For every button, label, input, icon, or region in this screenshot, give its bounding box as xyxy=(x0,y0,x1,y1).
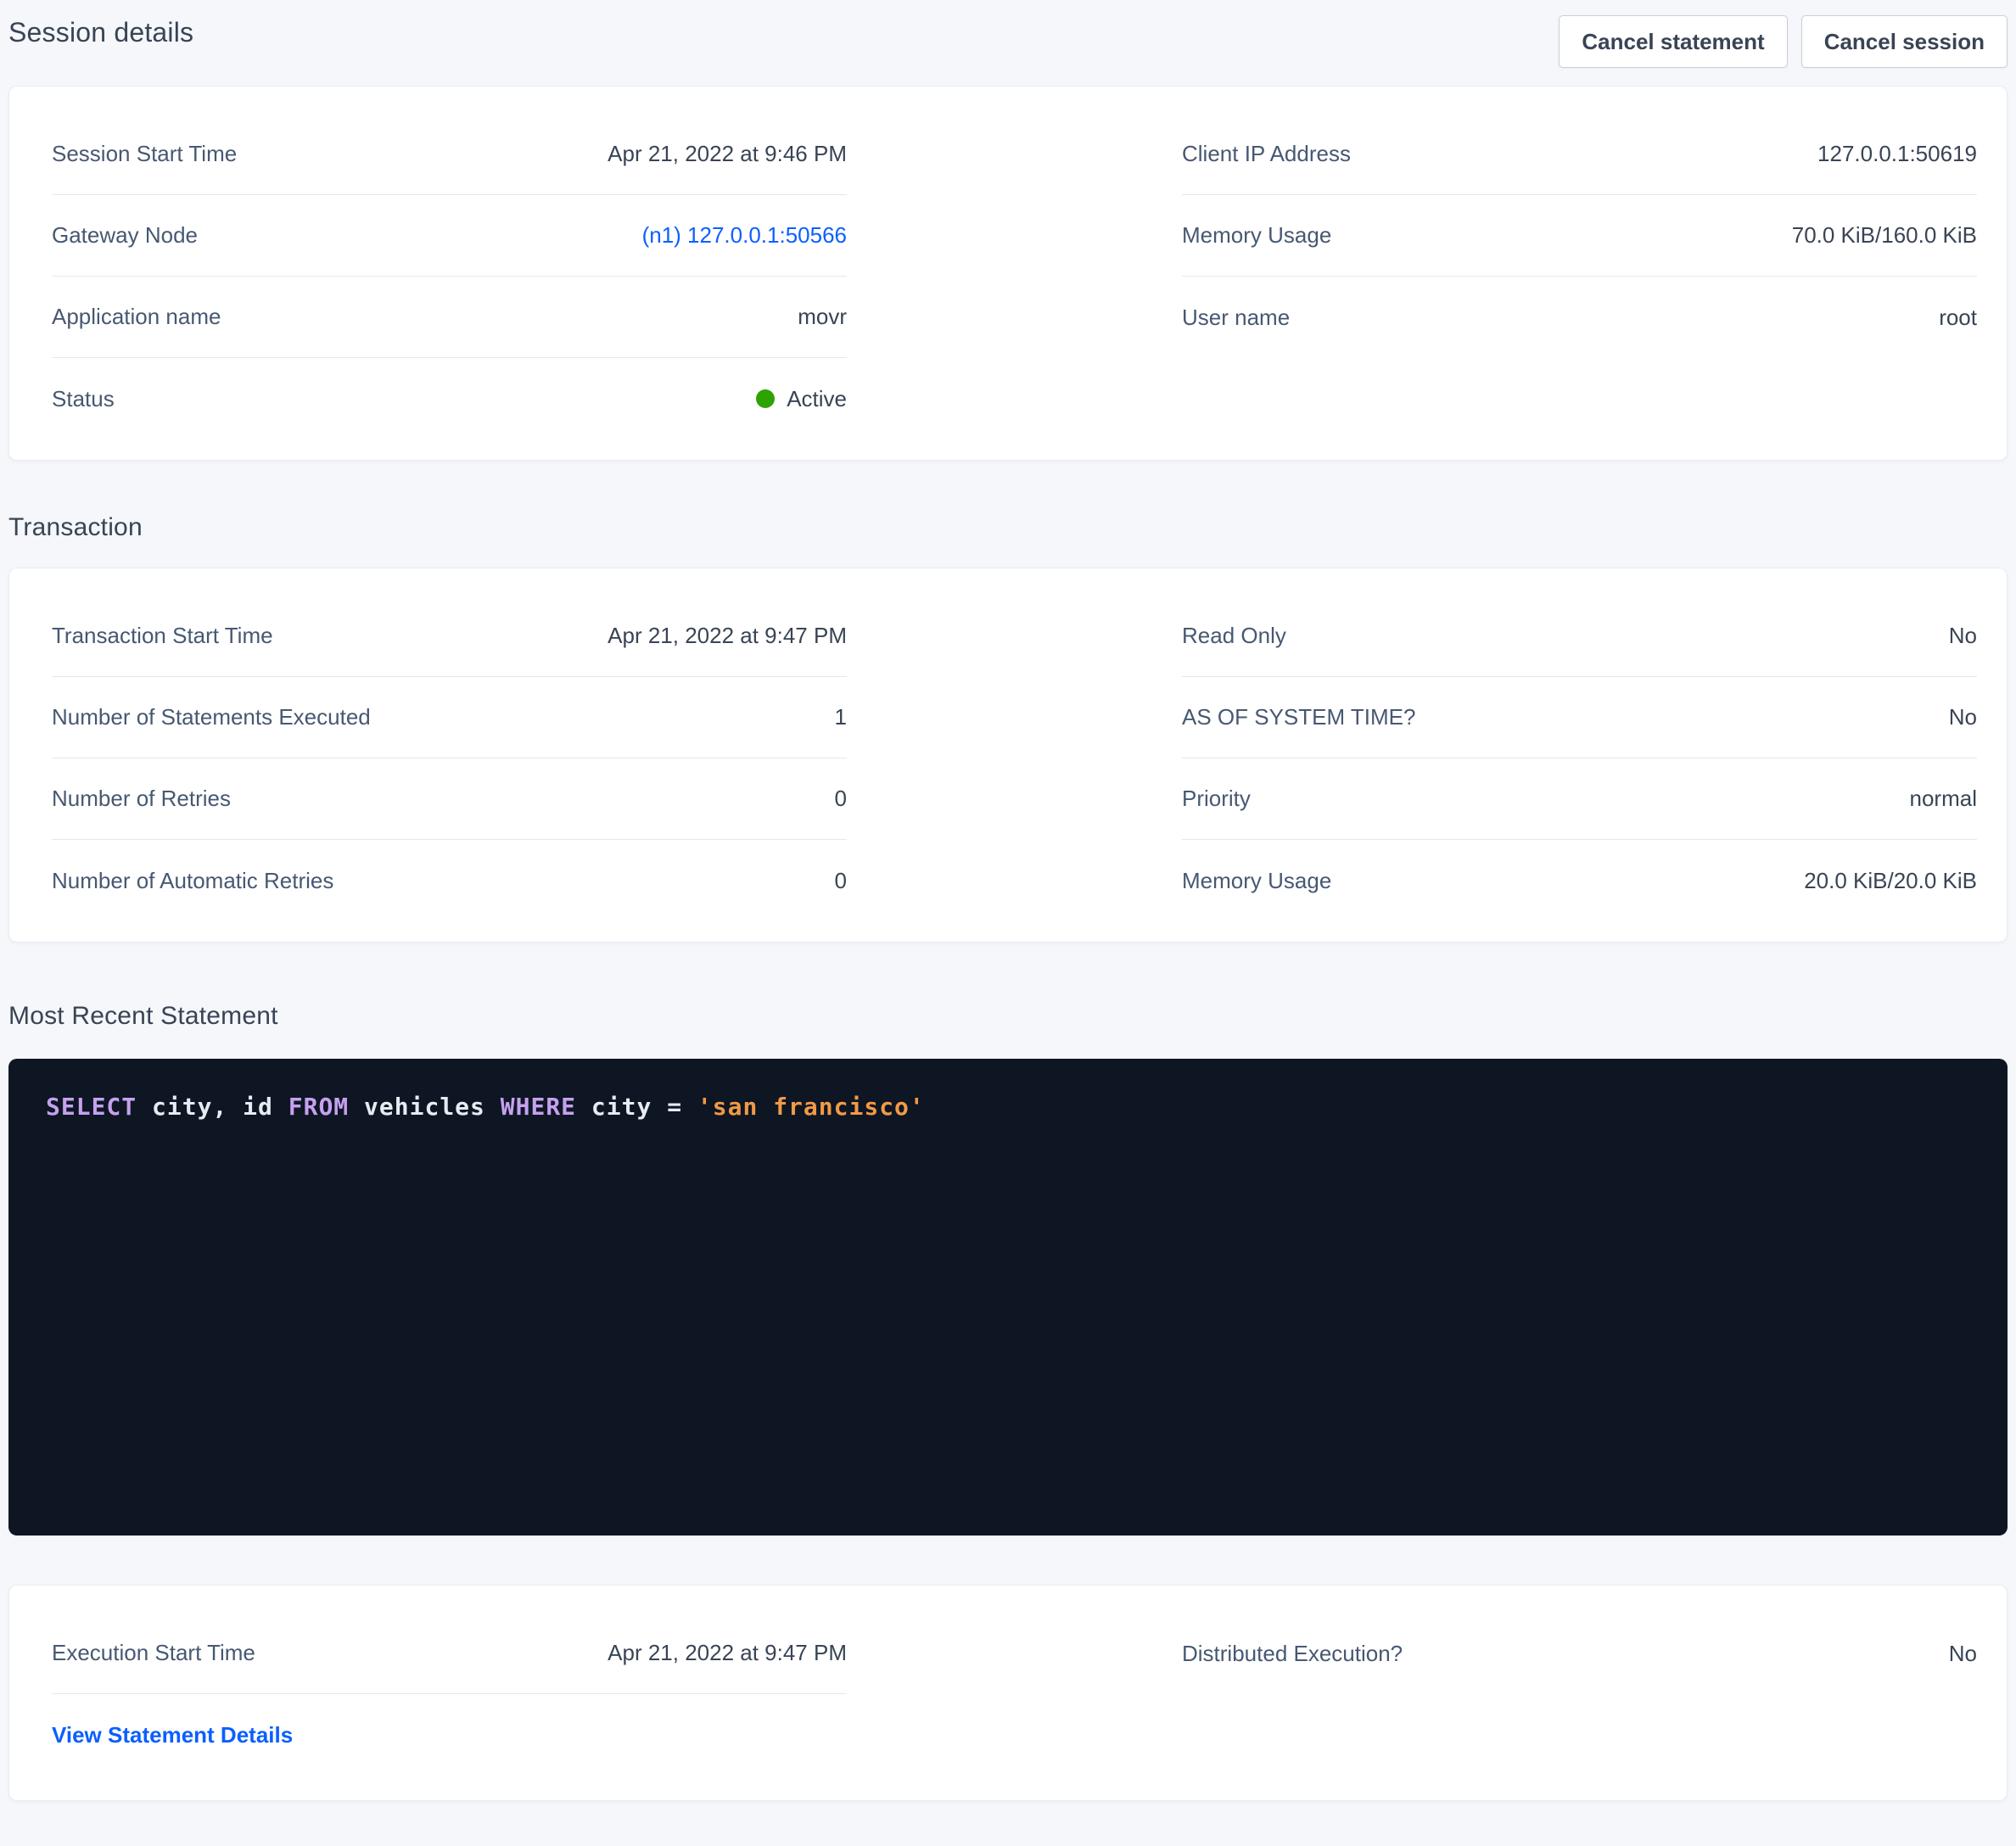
session-memory-usage-row: Memory Usage 70.0 KiB/160.0 KiB xyxy=(1182,195,1977,277)
sql-keyword: WHERE xyxy=(501,1093,576,1121)
info-label: Memory Usage xyxy=(1182,868,1331,894)
priority-row: Priority normal xyxy=(1182,758,1977,840)
sql-text: city = xyxy=(576,1093,697,1121)
statements-executed-row: Number of Statements Executed 1 xyxy=(52,677,847,758)
read-only-row: Read Only No xyxy=(1182,596,1977,677)
info-value: Apr 21, 2022 at 9:46 PM xyxy=(608,141,847,167)
transaction-section-heading: Transaction xyxy=(8,513,2008,542)
distributed-execution-row: Distributed Execution? No xyxy=(1182,1613,1977,1694)
transaction-start-time-row: Transaction Start Time Apr 21, 2022 at 9… xyxy=(52,596,847,677)
status-active-dot-icon xyxy=(756,389,775,408)
automatic-retries-row: Number of Automatic Retries 0 xyxy=(52,840,847,921)
sql-string-literal: 'san francisco' xyxy=(697,1093,925,1121)
info-label: Read Only xyxy=(1182,623,1286,649)
info-value: 70.0 KiB/160.0 KiB xyxy=(1792,222,1977,249)
number-of-retries-row: Number of Retries 0 xyxy=(52,758,847,840)
info-label: Number of Statements Executed xyxy=(52,704,371,730)
view-statement-details-row: View Statement Details xyxy=(52,1694,847,1776)
info-label: Gateway Node xyxy=(52,222,198,249)
info-value: root xyxy=(1939,305,1977,331)
info-label: Status xyxy=(52,386,115,412)
sql-statement-box: SELECT city, id FROM vehicles WHERE city… xyxy=(8,1059,2008,1536)
execution-left-column: Execution Start Time Apr 21, 2022 at 9:4… xyxy=(52,1613,847,1776)
application-name-row: Application name movr xyxy=(52,277,847,358)
info-value: normal xyxy=(1910,786,1977,812)
info-value: No xyxy=(1949,1641,1977,1667)
info-label: AS OF SYSTEM TIME? xyxy=(1182,704,1415,730)
page-header: Session details Cancel statement Cancel … xyxy=(8,0,2008,86)
info-value: Apr 21, 2022 at 9:47 PM xyxy=(608,1640,847,1666)
info-value: 1 xyxy=(835,704,847,730)
info-label: Execution Start Time xyxy=(52,1640,255,1666)
sql-statement-text: SELECT city, id FROM vehicles WHERE city… xyxy=(46,1093,1982,1121)
transaction-grid: Transaction Start Time Apr 21, 2022 at 9… xyxy=(9,568,2007,942)
info-label: User name xyxy=(1182,305,1290,331)
info-label: Transaction Start Time xyxy=(52,623,273,649)
info-value: 20.0 KiB/20.0 KiB xyxy=(1804,868,1977,894)
info-value: No xyxy=(1949,623,1977,649)
execution-card: Execution Start Time Apr 21, 2022 at 9:4… xyxy=(8,1585,2008,1801)
session-summary-right-column: Client IP Address 127.0.0.1:50619 Memory… xyxy=(1182,114,1977,439)
session-summary-grid: Session Start Time Apr 21, 2022 at 9:46 … xyxy=(9,87,2007,460)
sql-text: vehicles xyxy=(349,1093,501,1121)
transaction-left-column: Transaction Start Time Apr 21, 2022 at 9… xyxy=(52,596,847,921)
execution-right-column: Distributed Execution? No xyxy=(1182,1613,1977,1776)
page-title: Session details xyxy=(8,10,193,48)
cancel-session-button[interactable]: Cancel session xyxy=(1801,15,2008,68)
status-text: Active xyxy=(787,386,847,412)
sql-keyword: SELECT xyxy=(46,1093,137,1121)
info-value: 0 xyxy=(835,868,847,894)
info-label: Client IP Address xyxy=(1182,141,1351,167)
transaction-memory-usage-row: Memory Usage 20.0 KiB/20.0 KiB xyxy=(1182,840,1977,921)
info-label: Priority xyxy=(1182,786,1251,812)
session-summary-card: Session Start Time Apr 21, 2022 at 9:46 … xyxy=(8,86,2008,461)
info-label: Number of Automatic Retries xyxy=(52,868,333,894)
gateway-node-link[interactable]: (n1) 127.0.0.1:50566 xyxy=(642,222,847,249)
sql-keyword: FROM xyxy=(288,1093,349,1121)
transaction-card: Transaction Start Time Apr 21, 2022 at 9… xyxy=(8,568,2008,943)
session-start-time-row: Session Start Time Apr 21, 2022 at 9:46 … xyxy=(52,114,847,195)
info-value: movr xyxy=(798,304,847,330)
most-recent-statement-heading: Most Recent Statement xyxy=(8,1002,2008,1031)
header-actions: Cancel statement Cancel session xyxy=(1559,10,2008,68)
execution-grid: Execution Start Time Apr 21, 2022 at 9:4… xyxy=(9,1586,2007,1800)
info-value: No xyxy=(1949,704,1977,730)
sql-text: city, id xyxy=(137,1093,288,1121)
session-details-page: Session details Cancel statement Cancel … xyxy=(0,0,2016,1817)
session-summary-left-column: Session Start Time Apr 21, 2022 at 9:46 … xyxy=(52,114,847,439)
cancel-statement-button[interactable]: Cancel statement xyxy=(1559,15,1787,68)
client-ip-row: Client IP Address 127.0.0.1:50619 xyxy=(1182,114,1977,195)
info-label: Memory Usage xyxy=(1182,222,1331,249)
info-value: 127.0.0.1:50619 xyxy=(1817,141,1977,167)
status-row: Status Active xyxy=(52,358,847,439)
as-of-system-time-row: AS OF SYSTEM TIME? No xyxy=(1182,677,1977,758)
info-label: Session Start Time xyxy=(52,141,237,167)
info-label: Distributed Execution? xyxy=(1182,1641,1403,1667)
info-value: Apr 21, 2022 at 9:47 PM xyxy=(608,623,847,649)
info-value: 0 xyxy=(835,786,847,812)
transaction-right-column: Read Only No AS OF SYSTEM TIME? No Prior… xyxy=(1182,596,1977,921)
user-name-row: User name root xyxy=(1182,277,1977,358)
view-statement-details-link[interactable]: View Statement Details xyxy=(52,1722,293,1748)
status-value: Active xyxy=(756,386,847,412)
info-label: Application name xyxy=(52,304,221,330)
info-label: Number of Retries xyxy=(52,786,231,812)
gateway-node-row: Gateway Node (n1) 127.0.0.1:50566 xyxy=(52,195,847,277)
execution-start-time-row: Execution Start Time Apr 21, 2022 at 9:4… xyxy=(52,1613,847,1694)
